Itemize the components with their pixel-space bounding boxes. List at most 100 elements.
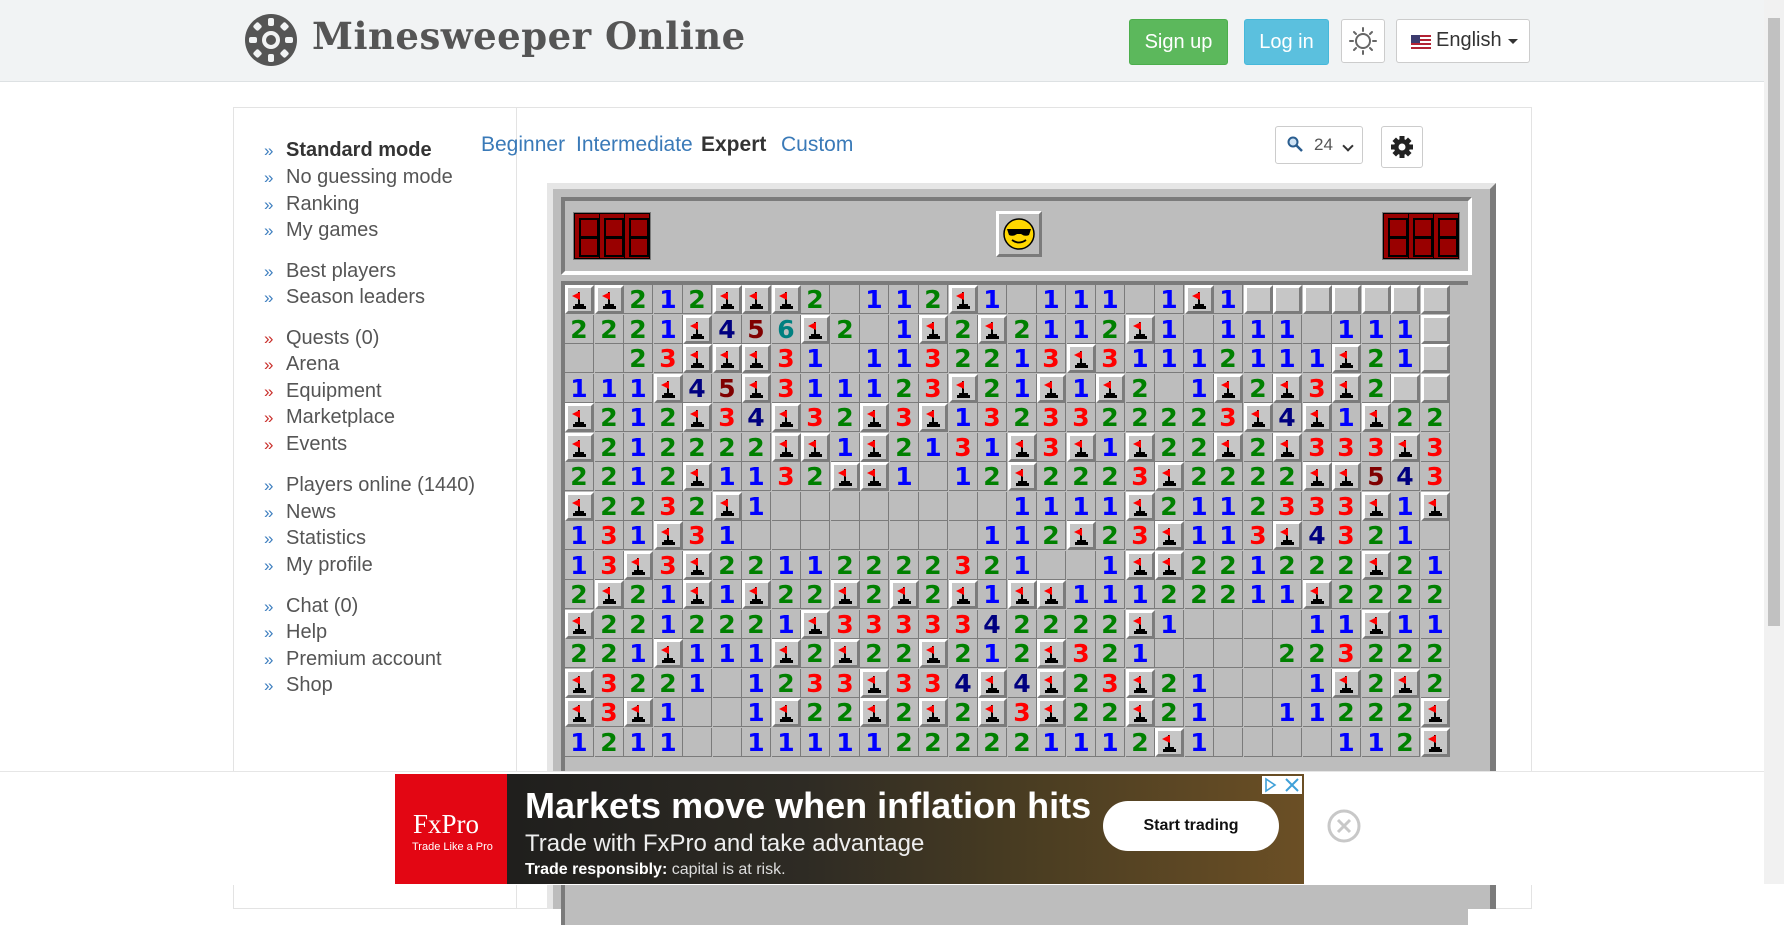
empty-cell[interactable] bbox=[1244, 669, 1273, 698]
number-cell[interactable]: 1 bbox=[978, 521, 1007, 550]
number-cell[interactable]: 1 bbox=[1185, 521, 1214, 550]
number-cell[interactable]: 3 bbox=[1362, 433, 1391, 462]
number-cell[interactable]: 2 bbox=[713, 433, 742, 462]
number-cell[interactable]: 1 bbox=[1421, 610, 1450, 639]
unrevealed-cell[interactable] bbox=[1244, 285, 1273, 314]
number-cell[interactable]: 4 bbox=[1008, 669, 1037, 698]
number-cell[interactable]: 1 bbox=[1067, 580, 1096, 609]
number-cell[interactable]: 3 bbox=[801, 669, 830, 698]
number-cell[interactable]: 1 bbox=[860, 374, 889, 403]
number-cell[interactable]: 1 bbox=[1362, 315, 1391, 344]
face-reset-button[interactable] bbox=[996, 211, 1042, 257]
number-cell[interactable]: 1 bbox=[713, 639, 742, 668]
number-cell[interactable]: 3 bbox=[1214, 403, 1243, 432]
empty-cell[interactable] bbox=[772, 492, 801, 521]
number-cell[interactable]: 1 bbox=[1008, 374, 1037, 403]
number-cell[interactable]: 1 bbox=[860, 285, 889, 314]
number-cell[interactable]: 3 bbox=[978, 403, 1007, 432]
number-cell[interactable]: 2 bbox=[831, 698, 860, 727]
sidebar-item[interactable]: » Standard mode bbox=[264, 139, 432, 162]
flagged-cell[interactable] bbox=[1421, 492, 1450, 521]
number-cell[interactable]: 2 bbox=[1008, 728, 1037, 757]
number-cell[interactable]: 1 bbox=[1391, 610, 1420, 639]
sidebar-item[interactable]: » My profile bbox=[264, 554, 373, 577]
number-cell[interactable]: 1 bbox=[1096, 728, 1125, 757]
number-cell[interactable]: 2 bbox=[1185, 551, 1214, 580]
number-cell[interactable]: 2 bbox=[860, 639, 889, 668]
number-cell[interactable]: 2 bbox=[801, 639, 830, 668]
flagged-cell[interactable] bbox=[1037, 374, 1066, 403]
number-cell[interactable]: 1 bbox=[1008, 492, 1037, 521]
number-cell[interactable]: 2 bbox=[1037, 462, 1066, 491]
number-cell[interactable]: 1 bbox=[1185, 374, 1214, 403]
flagged-cell[interactable] bbox=[919, 403, 948, 432]
number-cell[interactable]: 2 bbox=[1391, 403, 1420, 432]
number-cell[interactable]: 2 bbox=[831, 403, 860, 432]
flagged-cell[interactable] bbox=[565, 610, 594, 639]
empty-cell[interactable] bbox=[713, 698, 742, 727]
number-cell[interactable]: 2 bbox=[595, 403, 624, 432]
number-cell[interactable]: 1 bbox=[742, 728, 771, 757]
number-cell[interactable]: 3 bbox=[801, 403, 830, 432]
flagged-cell[interactable] bbox=[919, 315, 948, 344]
number-cell[interactable]: 2 bbox=[565, 462, 594, 491]
sidebar-item[interactable]: » Best players bbox=[264, 260, 396, 283]
number-cell[interactable]: 2 bbox=[801, 285, 830, 314]
sidebar-item[interactable]: » Events bbox=[264, 433, 347, 456]
number-cell[interactable]: 1 bbox=[1391, 344, 1420, 373]
empty-cell[interactable] bbox=[683, 698, 712, 727]
sidebar-item[interactable]: » Arena bbox=[264, 353, 339, 376]
empty-cell[interactable] bbox=[713, 728, 742, 757]
flagged-cell[interactable] bbox=[595, 580, 624, 609]
number-cell[interactable]: 2 bbox=[890, 551, 919, 580]
number-cell[interactable]: 2 bbox=[624, 285, 653, 314]
number-cell[interactable]: 3 bbox=[772, 462, 801, 491]
number-cell[interactable]: 2 bbox=[565, 639, 594, 668]
sidebar-item[interactable]: » No guessing mode bbox=[264, 166, 453, 189]
signup-button[interactable]: Sign up bbox=[1129, 19, 1228, 65]
number-cell[interactable]: 3 bbox=[919, 610, 948, 639]
flagged-cell[interactable] bbox=[1214, 374, 1243, 403]
number-cell[interactable]: 1 bbox=[1096, 492, 1125, 521]
number-cell[interactable]: 2 bbox=[831, 315, 860, 344]
zoom-select[interactable]: 24 bbox=[1275, 126, 1363, 164]
empty-cell[interactable] bbox=[1155, 639, 1184, 668]
number-cell[interactable]: 2 bbox=[801, 580, 830, 609]
number-cell[interactable]: 1 bbox=[1008, 521, 1037, 550]
flagged-cell[interactable] bbox=[1155, 462, 1184, 491]
number-cell[interactable]: 2 bbox=[595, 610, 624, 639]
number-cell[interactable]: 1 bbox=[801, 344, 830, 373]
flagged-cell[interactable] bbox=[565, 698, 594, 727]
number-cell[interactable]: 2 bbox=[919, 728, 948, 757]
number-cell[interactable]: 6 bbox=[772, 315, 801, 344]
tab-expert[interactable]: Expert bbox=[701, 133, 766, 157]
number-cell[interactable]: 2 bbox=[978, 462, 1007, 491]
number-cell[interactable]: 1 bbox=[1185, 698, 1214, 727]
number-cell[interactable]: 2 bbox=[683, 492, 712, 521]
number-cell[interactable]: 1 bbox=[1096, 285, 1125, 314]
empty-cell[interactable] bbox=[1244, 610, 1273, 639]
number-cell[interactable]: 1 bbox=[624, 403, 653, 432]
flagged-cell[interactable] bbox=[1273, 374, 1302, 403]
number-cell[interactable]: 1 bbox=[683, 639, 712, 668]
number-cell[interactable]: 1 bbox=[1244, 580, 1273, 609]
flagged-cell[interactable] bbox=[801, 610, 830, 639]
flagged-cell[interactable] bbox=[1421, 698, 1450, 727]
number-cell[interactable]: 1 bbox=[1067, 285, 1096, 314]
number-cell[interactable]: 1 bbox=[1303, 669, 1332, 698]
unrevealed-cell[interactable] bbox=[1391, 285, 1420, 314]
number-cell[interactable]: 2 bbox=[595, 728, 624, 757]
number-cell[interactable]: 4 bbox=[1273, 403, 1302, 432]
number-cell[interactable]: 1 bbox=[1391, 315, 1420, 344]
number-cell[interactable]: 2 bbox=[1303, 639, 1332, 668]
flagged-cell[interactable] bbox=[742, 285, 771, 314]
number-cell[interactable]: 2 bbox=[949, 639, 978, 668]
empty-cell[interactable] bbox=[1303, 315, 1332, 344]
unrevealed-cell[interactable] bbox=[1332, 285, 1361, 314]
empty-cell[interactable] bbox=[949, 492, 978, 521]
number-cell[interactable]: 2 bbox=[772, 669, 801, 698]
empty-cell[interactable] bbox=[919, 492, 948, 521]
number-cell[interactable]: 1 bbox=[654, 728, 683, 757]
empty-cell[interactable] bbox=[1273, 610, 1302, 639]
number-cell[interactable]: 4 bbox=[683, 374, 712, 403]
